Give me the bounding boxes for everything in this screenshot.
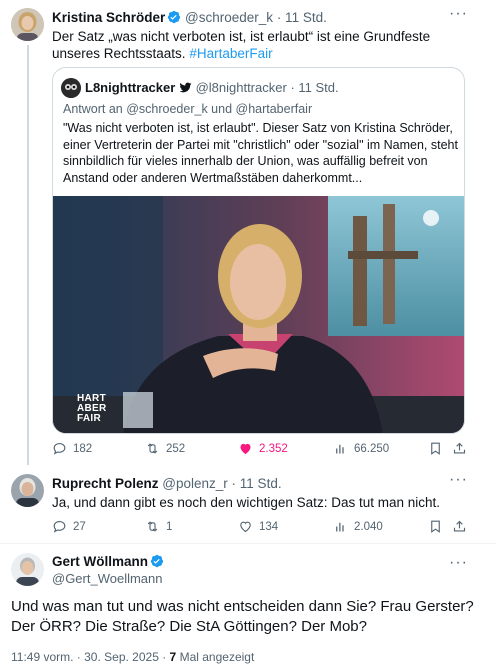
like-count: 134 (259, 520, 279, 533)
like-button[interactable]: 2.352 (238, 441, 288, 456)
quote-header: L8nighttracker @l8nighttracker · 11 Std. (85, 80, 339, 97)
share-icon (453, 442, 466, 454)
author-handle[interactable]: @schroeder_k (185, 10, 273, 25)
reply-icon (53, 520, 66, 533)
repost-count: 1 (166, 520, 173, 533)
reply-button[interactable]: 182 (52, 441, 92, 456)
reply-button[interactable]: 27 (52, 519, 86, 534)
repost-button[interactable]: 1 (145, 519, 172, 534)
reply-count: 182 (73, 442, 93, 455)
quote-time: · 11 Std. (290, 80, 339, 95)
video-thumbnail[interactable]: HART ABER FAIR (53, 196, 464, 433)
author-name[interactable]: Gert Wöllmann (52, 554, 148, 569)
quote-text: "Was nicht verboten ist, ist erlaubt". D… (63, 121, 458, 185)
view-label: Mal angezeigt (179, 650, 255, 664)
quote-author-handle: @l8nighttracker (195, 80, 287, 95)
hashtag-link[interactable]: #HartaberFair (189, 46, 272, 61)
views-button[interactable]: 2.040 (333, 519, 383, 534)
repost-button[interactable]: 252 (145, 441, 185, 456)
avatar-portrait-icon (11, 8, 44, 41)
avatar-ruprecht-polenz[interactable] (11, 474, 44, 507)
views-count: 66.250 (354, 442, 390, 455)
author-name[interactable]: Ruprecht Polenz (52, 476, 159, 491)
share-button[interactable] (452, 441, 467, 456)
views-chart-icon (336, 444, 344, 454)
views-button[interactable]: 66.250 (333, 441, 389, 456)
tweet-timestamp[interactable]: 11:49 vorm. · 30. Sep. 2025 · (11, 650, 166, 664)
tweet-time[interactable]: · 11 Std. (277, 10, 327, 25)
more-options-icon[interactable]: ··· (449, 472, 468, 488)
more-options-icon[interactable]: ··· (449, 555, 468, 571)
author-handle[interactable]: @polenz_r (162, 476, 228, 491)
bookmark-icon (431, 442, 440, 455)
author-name[interactable]: Kristina Schröder (52, 10, 165, 25)
tweet2-header: Ruprecht Polenz @polenz_r · 11 Std. (52, 476, 282, 491)
divider (0, 543, 496, 544)
verified-badge-icon (150, 554, 164, 571)
reply-icon (53, 442, 66, 455)
repost-icon (147, 443, 158, 454)
verified-badge-icon (167, 10, 181, 27)
avatar-kristina-schroeder[interactable] (11, 8, 44, 41)
repost-icon (147, 521, 158, 532)
bookmark-icon (431, 520, 440, 533)
bookmark-button[interactable] (428, 519, 443, 534)
bird-badge-icon (179, 81, 192, 97)
reply-count: 27 (73, 520, 86, 533)
share-icon (453, 520, 466, 532)
bookmark-button[interactable] (428, 441, 443, 456)
views-chart-icon (336, 522, 344, 532)
quote-card[interactable]: L8nighttracker @l8nighttracker · 11 Std.… (52, 67, 465, 434)
tweet3-header: Gert Wöllmann (52, 554, 164, 571)
share-button[interactable] (452, 519, 467, 534)
avatar-portrait-icon (11, 553, 44, 586)
author-handle[interactable]: @Gert_Woellmann (52, 571, 163, 586)
tweet3-text: Und was man tut und was nicht entscheide… (11, 598, 474, 635)
avatar-gert-woellmann[interactable] (11, 553, 44, 586)
repost-count: 252 (166, 442, 186, 455)
more-options-icon[interactable]: ··· (449, 6, 468, 22)
view-count: 7 (169, 650, 177, 664)
avatar-portrait-icon (11, 474, 44, 507)
views-count: 2.040 (354, 520, 383, 533)
thread-line (27, 45, 29, 465)
show-logo: HART ABER FAIR (77, 393, 107, 424)
tweet2-text: Ja, und dann gibt es noch den wichtigen … (52, 495, 440, 510)
tweet1-header: Kristina Schröder @schroeder_k · 11 Std. (52, 10, 327, 27)
quote-author-name: L8nighttracker (85, 80, 176, 95)
tweet-meta: 11:49 vorm. · 30. Sep. 2025 · 7 Mal ange… (11, 650, 254, 664)
tweet1-text: Der Satz „was nicht verboten ist, ist er… (52, 28, 452, 62)
like-count: 2.352 (259, 442, 288, 455)
heart-filled-icon (240, 443, 251, 455)
tweet-time[interactable]: · 11 Std. (232, 476, 282, 491)
like-button[interactable]: 134 (238, 519, 278, 534)
reply-to-line: Antwort an @schroeder_k und @hartaberfai… (63, 102, 313, 116)
heart-outline-icon (240, 521, 251, 533)
owl-logo-icon (61, 78, 81, 98)
quote-avatar (61, 78, 81, 98)
